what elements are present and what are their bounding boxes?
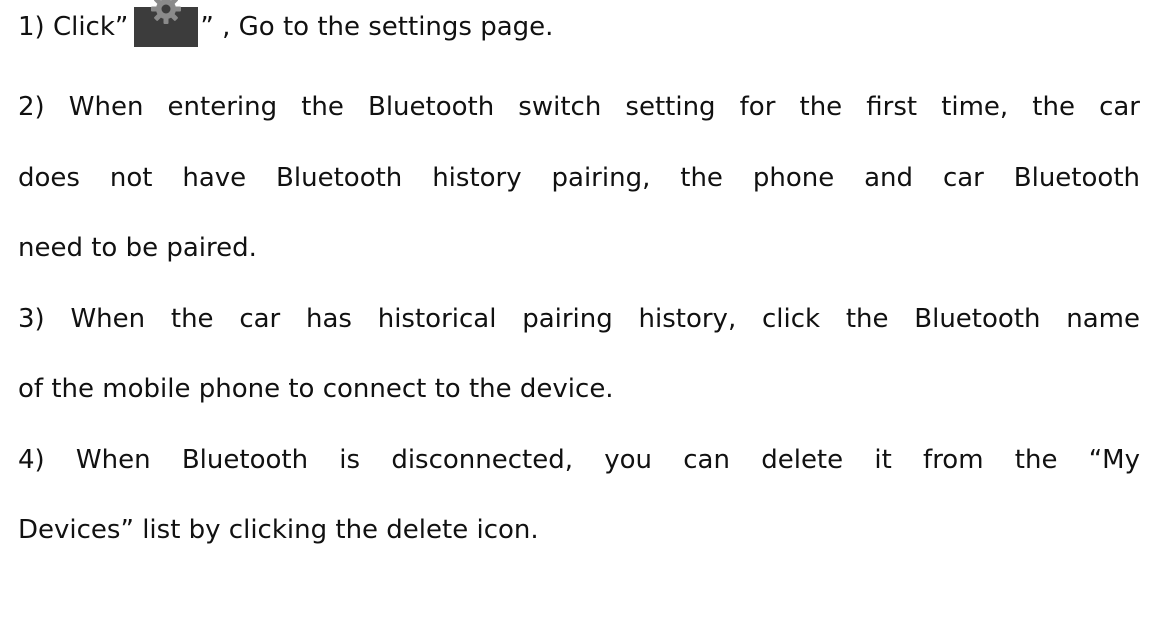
step-4-line-1: 4) When Bluetooth is disconnected, you c… [18, 445, 1140, 475]
step-1-text-start: 1) Click” [18, 12, 129, 42]
step-1-text-end: ” , Go to the settings page. [200, 12, 554, 42]
step-1-line: 1) Click” ” , Go to the settings page. [18, 0, 1140, 47]
step-2-line-1: 2) When entering the Bluetooth switch se… [18, 92, 1140, 122]
step-3-line-1: 3) When the car has historical pairing h… [18, 304, 1140, 334]
gear-icon [151, 0, 182, 24]
step-4-line-2: Devices” list by clicking the delete ico… [18, 515, 539, 545]
settings-gear-icon [134, 0, 199, 47]
step-3-line-2: of the mobile phone to connect to the de… [18, 374, 614, 404]
instruction-document: 1) Click” ” , Go to the settings page. 2… [0, 0, 1158, 617]
step-2-line-3: need to be paired. [18, 233, 257, 263]
step-2-line-2: does not have Bluetooth history pairing,… [18, 163, 1140, 193]
